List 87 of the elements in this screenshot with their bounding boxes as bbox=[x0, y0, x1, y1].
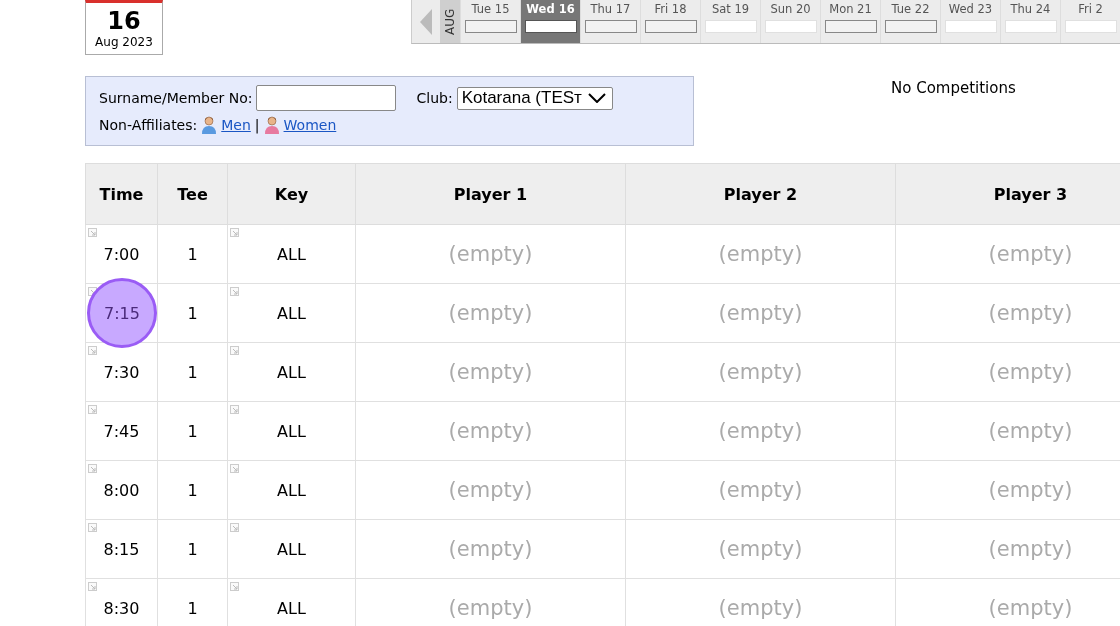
date-month-year: Aug 2023 bbox=[95, 33, 153, 50]
time-cell: 7:15 bbox=[87, 278, 157, 348]
date-tab[interactable]: Sun 20 bbox=[760, 0, 820, 43]
date-tab[interactable]: Fri 18 bbox=[640, 0, 700, 43]
tee-cell: 1 bbox=[187, 421, 198, 441]
surname-input[interactable] bbox=[256, 85, 397, 111]
time-cell: 7:45 bbox=[103, 421, 140, 441]
date-tab[interactable]: Tue 15 bbox=[460, 0, 520, 43]
date-tab[interactable]: Wed 23 bbox=[940, 0, 1000, 43]
key-cell: ALL bbox=[277, 421, 306, 441]
column-header: Player 1 bbox=[355, 163, 626, 225]
tee-cell: 1 bbox=[187, 598, 198, 618]
date-tab[interactable]: Sat 19 bbox=[700, 0, 760, 43]
player-slot[interactable]: (empty) bbox=[718, 360, 803, 384]
player-slot[interactable]: (empty) bbox=[988, 596, 1073, 620]
tee-cell: 1 bbox=[187, 244, 198, 264]
key-cell: ALL bbox=[277, 244, 306, 264]
broken-image-icon bbox=[230, 523, 239, 532]
player-slot[interactable]: (empty) bbox=[718, 419, 803, 443]
player-slot[interactable]: (empty) bbox=[718, 301, 803, 325]
women-link[interactable]: Women bbox=[283, 117, 337, 133]
date-tab[interactable]: Tue 22 bbox=[880, 0, 940, 43]
broken-image-icon bbox=[230, 346, 239, 355]
tee-cell: 1 bbox=[187, 539, 198, 559]
broken-image-icon bbox=[230, 582, 239, 591]
surname-label: Surname/Member No: bbox=[99, 90, 253, 106]
player-slot[interactable]: (empty) bbox=[718, 478, 803, 502]
broken-image-icon bbox=[230, 464, 239, 473]
column-header: Time bbox=[85, 163, 158, 225]
date-day: 16 bbox=[107, 7, 141, 34]
month-label: AUG bbox=[440, 0, 460, 43]
player-slot[interactable]: (empty) bbox=[988, 301, 1073, 325]
broken-image-icon bbox=[88, 464, 97, 473]
player-slot[interactable]: (empty) bbox=[988, 537, 1073, 561]
player-slot[interactable]: (empty) bbox=[718, 596, 803, 620]
competitions-message: No Competitions bbox=[891, 79, 1016, 99]
time-cell: 8:15 bbox=[103, 539, 140, 559]
player-slot[interactable]: (empty) bbox=[988, 478, 1073, 502]
time-cell: 7:30 bbox=[103, 362, 140, 382]
broken-image-icon bbox=[230, 405, 239, 414]
male-person-icon bbox=[201, 116, 218, 134]
key-cell: ALL bbox=[277, 539, 306, 559]
date-tab[interactable]: Mon 21 bbox=[820, 0, 880, 43]
time-cell: 8:30 bbox=[103, 598, 140, 618]
player-slot[interactable]: (empty) bbox=[988, 360, 1073, 384]
time-cell: 8:00 bbox=[103, 480, 140, 500]
tee-cell: 1 bbox=[187, 362, 198, 382]
female-person-icon bbox=[263, 116, 280, 134]
non-affiliates-label: Non-Affiliates: bbox=[99, 117, 198, 133]
column-header: Player 2 bbox=[625, 163, 896, 225]
player-slot[interactable]: (empty) bbox=[988, 242, 1073, 266]
broken-image-icon bbox=[230, 228, 239, 237]
date-tab[interactable]: Wed 16 bbox=[520, 0, 580, 43]
player-slot[interactable]: (empty) bbox=[448, 478, 533, 502]
player-slot[interactable]: (empty) bbox=[448, 360, 533, 384]
column-header: Player 3 bbox=[895, 163, 1120, 225]
date-tab[interactable]: Fri 2 bbox=[1060, 0, 1120, 43]
key-cell: ALL bbox=[277, 480, 306, 500]
club-dropdown[interactable]: Kotarana (TESᴛ bbox=[456, 86, 613, 110]
player-slot[interactable]: (empty) bbox=[448, 301, 533, 325]
broken-image-icon bbox=[88, 523, 97, 532]
broken-image-icon bbox=[88, 582, 97, 591]
date-tab[interactable]: Thu 24 bbox=[1000, 0, 1060, 43]
club-label: Club: bbox=[416, 90, 453, 106]
date-tab[interactable]: Thu 17 bbox=[580, 0, 640, 43]
player-slot[interactable]: (empty) bbox=[448, 242, 533, 266]
broken-image-icon bbox=[230, 287, 239, 296]
column-header: Key bbox=[227, 163, 356, 225]
player-slot[interactable]: (empty) bbox=[988, 419, 1073, 443]
key-cell: ALL bbox=[277, 598, 306, 618]
time-cell: 7:00 bbox=[103, 244, 140, 264]
tee-cell: 1 bbox=[187, 480, 198, 500]
player-slot[interactable]: (empty) bbox=[448, 537, 533, 561]
column-header: Tee bbox=[157, 163, 228, 225]
tee-cell: 1 bbox=[187, 303, 198, 323]
broken-image-icon bbox=[88, 405, 97, 414]
key-cell: ALL bbox=[277, 303, 306, 323]
broken-image-icon bbox=[88, 346, 97, 355]
player-slot[interactable]: (empty) bbox=[718, 537, 803, 561]
player-slot[interactable]: (empty) bbox=[448, 596, 533, 620]
player-slot[interactable]: (empty) bbox=[448, 419, 533, 443]
men-link[interactable]: Men bbox=[221, 117, 251, 133]
player-slot[interactable]: (empty) bbox=[718, 242, 803, 266]
key-cell: ALL bbox=[277, 362, 306, 382]
broken-image-icon bbox=[88, 228, 97, 237]
chevron-down-icon bbox=[587, 93, 606, 103]
separator: | bbox=[254, 117, 260, 133]
